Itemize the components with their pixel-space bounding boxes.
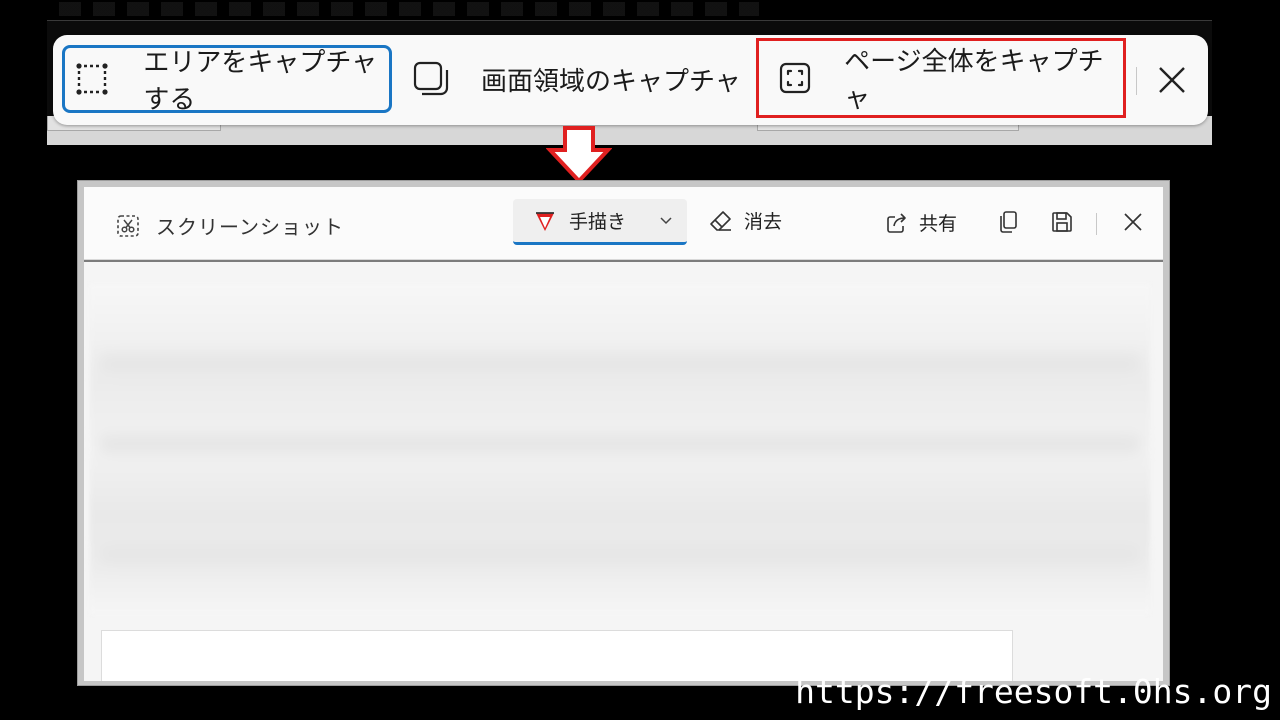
eraser-icon <box>710 210 731 231</box>
pen-icon <box>536 211 554 231</box>
editor-title-text: スクリーンショット <box>156 215 344 239</box>
screenshot-icon <box>117 214 139 237</box>
capture-toolbar: エリアをキャプチャする 画面領域のキャプチャ ページ全体をキャプチャ <box>53 35 1208 125</box>
full-page-capture-icon <box>775 58 814 98</box>
share-label: 共有 <box>919 213 958 235</box>
window-capture-icon <box>411 59 451 99</box>
erase-tool-button[interactable]: 消去 <box>708 207 782 234</box>
copy-button[interactable] <box>996 209 1022 235</box>
editor-title: スクリーンショット <box>116 211 344 240</box>
screenshot-editor-window: スクリーンショット 手描き 消去 共有 <box>77 180 1170 686</box>
down-arrow-icon <box>546 126 612 184</box>
close-icon <box>1124 213 1142 231</box>
editor-body: スクリーンショット 手描き 消去 共有 <box>84 187 1163 681</box>
capture-full-page-label: ページ全体をキャプチャ <box>844 47 1104 114</box>
save-icon <box>1052 212 1072 232</box>
capture-full-page-button[interactable]: ページ全体をキャプチャ <box>756 38 1126 118</box>
screenshot-canvas[interactable] <box>84 262 1163 681</box>
draw-tool-button[interactable]: 手描き <box>513 199 687 245</box>
watermark-url: https://freesoft.0hs.org <box>795 672 1272 711</box>
capture-area-button[interactable]: エリアをキャプチャする <box>62 45 392 115</box>
toolbar-separator <box>1096 213 1097 235</box>
editor-toolbar: スクリーンショット 手描き 消去 共有 <box>84 187 1163 260</box>
share-button[interactable]: 共有 <box>885 209 957 236</box>
blurred-screenshot-content <box>90 284 1150 614</box>
area-select-icon <box>75 59 109 99</box>
background-ghost-text <box>59 2 759 16</box>
draw-tool-label: 手描き <box>569 211 627 233</box>
capture-visible-label: 画面領域のキャプチャ <box>481 66 741 97</box>
capture-visible-button[interactable]: 画面領域のキャプチャ <box>409 45 754 113</box>
erase-tool-label: 消去 <box>744 211 783 233</box>
copy-icon <box>1000 211 1017 233</box>
background-line <box>47 20 1212 21</box>
close-capture-button[interactable] <box>1151 59 1193 101</box>
share-icon <box>887 212 906 233</box>
chevron-down-icon[interactable] <box>659 213 673 227</box>
toolbar-separator <box>1136 67 1137 95</box>
close-icon <box>1159 67 1185 93</box>
capture-area-label: エリアをキャプチャする <box>143 48 378 115</box>
close-editor-button[interactable] <box>1120 209 1146 235</box>
save-button[interactable] <box>1049 209 1075 235</box>
